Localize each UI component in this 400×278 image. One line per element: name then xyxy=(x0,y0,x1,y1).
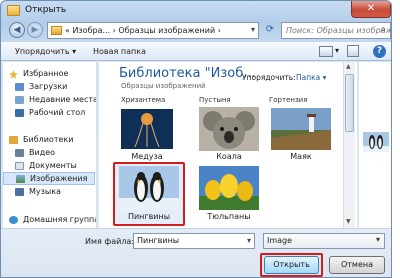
documents-icon xyxy=(15,162,24,170)
library-icon xyxy=(51,26,62,35)
open-dialog: Открыть ✕ ◀ ▶ « Изобра... › Образцы изоб… xyxy=(0,0,392,278)
nav-video[interactable]: Видео xyxy=(3,147,95,160)
file-item-penguins-selected[interactable]: Пингвины xyxy=(113,162,185,226)
window-title: Открыть xyxy=(25,5,67,15)
nav-downloads[interactable]: Загрузки xyxy=(3,81,95,94)
scroll-up-icon[interactable]: ▲ xyxy=(346,63,351,70)
open-button[interactable]: Открыть xyxy=(264,256,319,274)
organize-button[interactable]: Упорядочить ▾ xyxy=(15,47,76,56)
music-icon xyxy=(15,188,24,196)
file-thumb-koala[interactable] xyxy=(199,107,259,151)
lighthouse-image xyxy=(271,108,331,150)
video-icon xyxy=(15,149,24,157)
new-folder-button[interactable]: Новая папка xyxy=(93,47,146,56)
nav-label: Избранное xyxy=(23,69,69,78)
filename-input[interactable]: Пингвины ▾ xyxy=(133,233,255,249)
penguins-preview-image xyxy=(363,132,389,152)
help-icon[interactable]: ? xyxy=(373,45,386,58)
address-bar[interactable]: « Изобра... › Образцы изображений › ▾ xyxy=(47,22,259,39)
bottom-panel: Имя файла: Пингвины ▾ Image ▾ Открыть От… xyxy=(1,228,391,277)
nav-label: Рабочий стол xyxy=(29,108,86,117)
file-caption[interactable]: Пустыня xyxy=(199,96,231,104)
nav-music[interactable]: Музыка xyxy=(3,186,95,199)
library-title: Библиотека "Изоб... xyxy=(119,66,256,81)
search-icon: ⌕ xyxy=(380,24,386,35)
vertical-scrollbar[interactable]: ▲ ▼ xyxy=(343,62,355,228)
filename-value: Пингвины xyxy=(137,236,180,245)
forward-button[interactable]: ▶ xyxy=(27,22,43,38)
penguins-image xyxy=(119,166,179,210)
file-thumb-lighthouse[interactable] xyxy=(271,108,331,150)
scroll-thumb[interactable] xyxy=(345,74,354,132)
nav-recent[interactable]: Недавние места xyxy=(3,94,97,107)
refresh-button[interactable]: ⟳ xyxy=(263,22,277,39)
file-caption[interactable]: Маяк xyxy=(271,152,331,161)
file-caption[interactable]: Гортензия xyxy=(269,96,307,104)
scroll-down-icon[interactable]: ▼ xyxy=(346,218,351,225)
downloads-icon xyxy=(15,83,24,91)
search-placeholder: Поиск: Образцы изображений xyxy=(286,26,391,35)
view-dropdown[interactable]: ▾ xyxy=(335,46,339,55)
nav-images[interactable]: Изображения xyxy=(3,172,95,185)
chevron-down-icon[interactable]: ▾ xyxy=(251,25,255,34)
chevron-down-icon[interactable]: ▾ xyxy=(247,236,251,245)
arrow-left-icon: ◀ xyxy=(13,25,21,35)
nav-label: Документы xyxy=(29,161,77,170)
file-caption[interactable]: Медуза xyxy=(121,152,173,161)
nav-label: Домашняя группа xyxy=(23,215,97,224)
nav-label: Видео xyxy=(29,148,56,157)
tulips-image xyxy=(199,166,259,210)
nav-label: Изображения xyxy=(30,174,88,183)
folder-icon xyxy=(7,5,20,16)
toolbar: Упорядочить ▾ Новая папка ▾ ? xyxy=(1,41,391,61)
filetype-select[interactable]: Image ▾ xyxy=(263,233,385,249)
file-caption[interactable]: Тюльпаны xyxy=(199,212,259,221)
nav-label: Недавние места xyxy=(29,95,97,104)
star-icon xyxy=(9,70,18,79)
address-path: « Изобра... › Образцы изображений › xyxy=(65,26,221,35)
file-thumb-tulips[interactable] xyxy=(199,166,259,210)
filename-label: Имя файла: xyxy=(85,237,135,246)
arrange-dropdown[interactable]: Папка ▾ xyxy=(296,73,326,82)
cancel-button[interactable]: Отмена xyxy=(329,256,385,274)
view-icon[interactable] xyxy=(319,46,333,57)
nav-label: Библиотеки xyxy=(23,135,74,144)
file-thumb-penguins[interactable] xyxy=(119,166,179,210)
homegroup-icon xyxy=(9,216,18,224)
file-thumb-jellyfish[interactable] xyxy=(121,109,173,149)
jellyfish-image xyxy=(121,109,173,149)
arrange-label: Упорядочить: xyxy=(242,73,296,82)
file-caption[interactable]: Коала xyxy=(199,152,259,161)
refresh-icon: ⟳ xyxy=(265,24,275,35)
preview-pane xyxy=(359,62,391,228)
nav-label: Музыка xyxy=(29,187,61,196)
nav-libraries[interactable]: Библиотеки xyxy=(3,134,95,147)
file-list: Библиотека "Изоб... Образцы изображений … xyxy=(99,62,357,228)
file-caption[interactable]: Пингвины xyxy=(115,212,183,221)
file-caption[interactable]: Хризантема xyxy=(121,96,165,104)
search-input[interactable]: Поиск: Образцы изображений ⌕ xyxy=(281,22,391,39)
preview-pane-icon[interactable] xyxy=(347,45,359,57)
nav-label: Загрузки xyxy=(29,82,68,91)
close-button[interactable]: ✕ xyxy=(351,1,391,18)
koala-image xyxy=(199,107,259,151)
chevron-down-icon: ▾ xyxy=(375,235,380,244)
nav-homegroup[interactable]: Домашняя группа xyxy=(3,214,97,227)
navigation-pane: Избранное Загрузки Недавние места Рабочи… xyxy=(3,62,97,228)
images-icon xyxy=(16,175,25,183)
close-icon: ✕ xyxy=(366,3,376,14)
nav-favorites[interactable]: Избранное xyxy=(3,68,95,81)
nav-desktop[interactable]: Рабочий стол xyxy=(3,107,95,120)
library-subtitle: Образцы изображений xyxy=(121,82,206,90)
back-button[interactable]: ◀ xyxy=(9,22,25,38)
libraries-icon xyxy=(9,136,18,144)
desktop-icon xyxy=(15,109,24,117)
filetype-value: Image xyxy=(267,236,293,245)
arrow-right-icon: ▶ xyxy=(31,25,39,35)
recent-places-icon xyxy=(15,96,24,104)
